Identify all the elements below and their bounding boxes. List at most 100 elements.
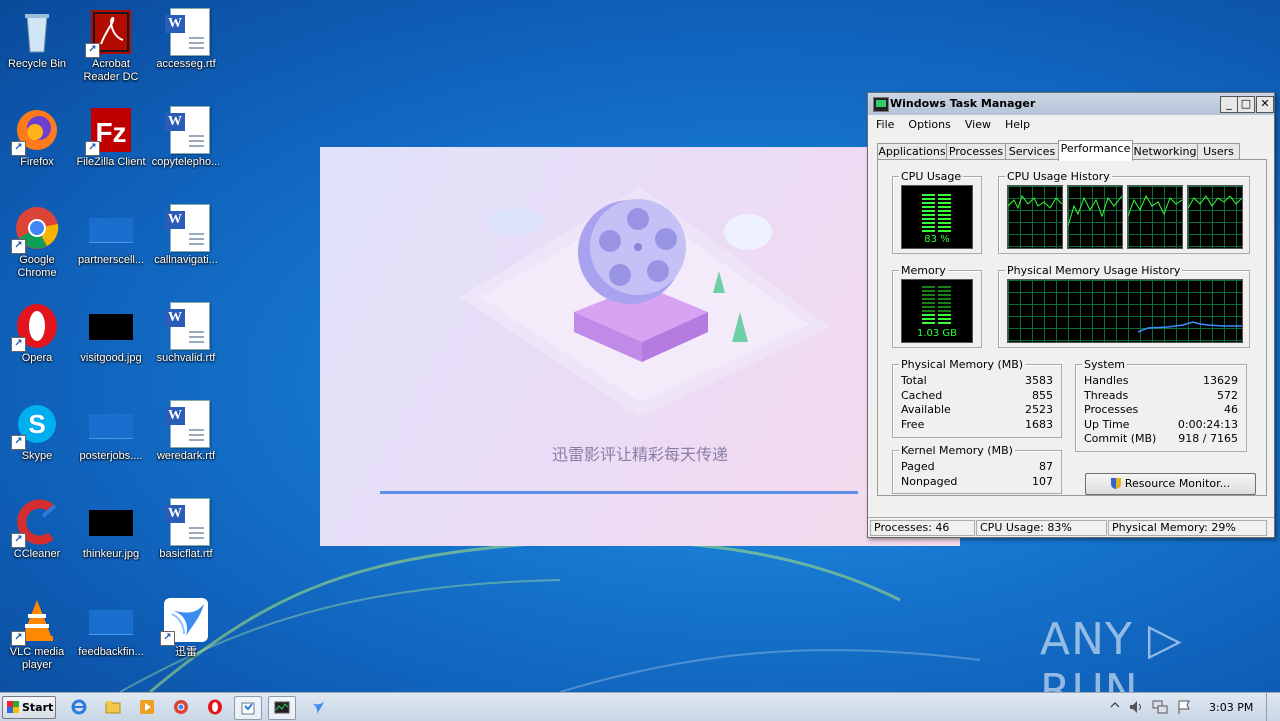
memory-value: 1.03 GB [916,328,958,339]
stat-row: Threads 572 [1084,389,1238,404]
stat-value: 572 [1217,388,1238,402]
stat-value: 107 [1032,474,1053,488]
kernel-memory-title: Kernel Memory (MB) [899,444,1015,457]
desktop-icon-callnavigati[interactable]: W callnavigati... [149,200,223,292]
menu-file[interactable]: File [868,115,900,131]
desktop-icon-thinkeur[interactable]: thinkeur.jpg [74,494,148,586]
tab-networking[interactable]: Networking [1132,143,1198,160]
stat-value: 87 [1039,460,1053,473]
cpu-history-graph-4 [1187,185,1243,249]
ccleaner-icon: ↗ [11,498,61,548]
uac-shield-icon [1110,478,1121,489]
stat-label: Commit (MB) [1084,432,1157,445]
desktop-icon-weredark[interactable]: W weredark.rtf [149,396,223,488]
close-button[interactable]: ✕ [1256,96,1274,113]
tab-processes[interactable]: Processes [946,143,1006,160]
taskbar-chrome[interactable] [168,696,194,718]
menu-bar: File Options View Help [868,115,1274,135]
memory-meter: 1.03 GB [901,279,973,343]
shortcut-arrow-icon: ↗ [160,631,175,646]
shortcut-arrow-icon: ↗ [11,435,26,450]
show-hidden-icons-chevron-icon[interactable] [1110,699,1120,713]
desktop-icon-opera[interactable]: ↗ Opera [0,298,74,390]
shortcut-arrow-icon: ↗ [11,631,26,646]
cpu-history-graph-2 [1067,185,1123,249]
desktop-icon-google-chrome[interactable]: ↗ Google Chrome [0,200,74,292]
desktop-icon-visitgood[interactable]: visitgood.jpg [74,298,148,390]
taskbar-xunlei[interactable] [304,696,330,718]
taskbar-explorer[interactable] [100,696,126,718]
desktop-icon-recycle-bin[interactable]: Recycle Bin [0,4,74,96]
resource-monitor-button[interactable]: Resource Monitor... [1085,473,1256,495]
splash-tagline: 迅雷影评让精彩每天传递 [551,445,728,464]
desktop-icon-feedbackfin[interactable]: feedbackfin... [74,592,148,684]
maximize-button[interactable]: □ [1237,96,1255,113]
desktop-icon-label: basicflat.rtf [159,548,213,560]
chrome-icon [174,700,188,714]
menu-view[interactable]: View [957,115,997,131]
desktop-icon-skype[interactable]: S ↗ Skype [0,396,74,488]
desktop-icon-posterjobs[interactable]: posterjobs.... [74,396,148,488]
tab-users[interactable]: Users [1197,143,1240,160]
cpu-history-graph-3 [1127,185,1183,249]
svg-text:Fz: Fz [95,117,126,148]
chrome-icon: ↗ [11,204,61,254]
volume-icon[interactable] [1128,699,1144,715]
title-bar[interactable]: Windows Task Manager _ □ ✕ [868,93,1274,115]
desktop-icon-vlc[interactable]: ↗ VLC media player [0,592,74,684]
tab-applications[interactable]: Applications [877,143,947,160]
desktop-icon-xunlei[interactable]: ↗ 迅雷 [149,592,223,684]
image-file-icon [87,302,135,350]
action-center-flag-icon[interactable] [1176,699,1192,715]
tab-performance[interactable]: Performance [1058,140,1133,161]
acrobat-icon: ↗ [85,8,135,58]
minimize-button[interactable]: _ [1220,96,1238,113]
filezilla-icon: Fz ↗ [85,106,135,156]
desktop-icon-filezilla[interactable]: Fz ↗ FileZilla Client [74,102,148,194]
menu-help[interactable]: Help [997,115,1036,131]
desktop-icon-partnerscell[interactable]: partnerscell... [74,200,148,292]
network-icon[interactable] [1152,699,1168,715]
status-physical-memory: Physical Memory: 29% [1108,520,1267,536]
desktop-icon-suchvalid[interactable]: W suchvalid.rtf [149,298,223,390]
desktop-icon-firefox[interactable]: ↗ Firefox [0,102,74,194]
taskbar-installer[interactable] [234,696,262,720]
system-title: System [1082,358,1128,371]
physical-memory-table: Total 3583 Cached 855 Available 2523 Free 16… [901,374,1053,432]
menu-options[interactable]: Options [900,115,956,131]
desktop-icon-ccleaner[interactable]: ↗ CCleaner [0,494,74,586]
task-manager-app-icon [873,97,889,112]
desktop-icon-basicflat[interactable]: W basicflat.rtf [149,494,223,586]
desktop-icon-accesseg[interactable]: W accesseg.rtf [149,4,223,96]
opera-icon [208,699,222,715]
taskbar-opera[interactable] [202,696,228,718]
image-file-icon [87,400,135,448]
desktop: Recycle Bin ↗ Firefox ↗ Google Chrome ↗ … [0,0,1280,692]
desktop-icon-copytelepho[interactable]: W copytelepho... [149,102,223,194]
start-button[interactable]: Start [2,696,56,719]
taskbar-internet-explorer[interactable] [66,696,92,718]
stat-value: 2523 [1025,403,1053,416]
desktop-icon-label: Acrobat Reader DC [83,58,139,83]
tab-services[interactable]: Services [1005,143,1059,160]
stat-value: 13629 [1203,374,1238,387]
media-player-icon [140,700,154,714]
taskbar-media-player[interactable] [134,696,160,718]
cpu-usage-group: CPU Usage 83 % [892,170,982,254]
desktop-icon-label: CCleaner [13,548,61,560]
task-manager-window[interactable]: Windows Task Manager _ □ ✕ File Options Vi… [867,92,1275,538]
recycle-bin-icon [13,8,61,56]
taskbar-task-manager[interactable] [268,696,296,720]
system-group: System Handles 13629 Threads 572 Processes… [1075,358,1247,452]
stat-value: 3583 [1025,374,1053,387]
show-desktop-button[interactable] [1266,693,1280,721]
memory-group: Memory 1.03 GB [892,264,982,348]
stat-row: Available 2523 [901,403,1053,418]
stat-label: Free [901,417,925,431]
word-document-icon: W [162,400,210,448]
cpu-usage-title: CPU Usage [899,170,964,183]
xunlei-bird-icon: ↗ [160,596,210,646]
stat-row: Processes 46 [1084,403,1238,418]
taskbar-clock[interactable]: 3:03 PM [1209,701,1253,714]
desktop-icon-acrobat[interactable]: ↗ Acrobat Reader DC [74,4,148,96]
